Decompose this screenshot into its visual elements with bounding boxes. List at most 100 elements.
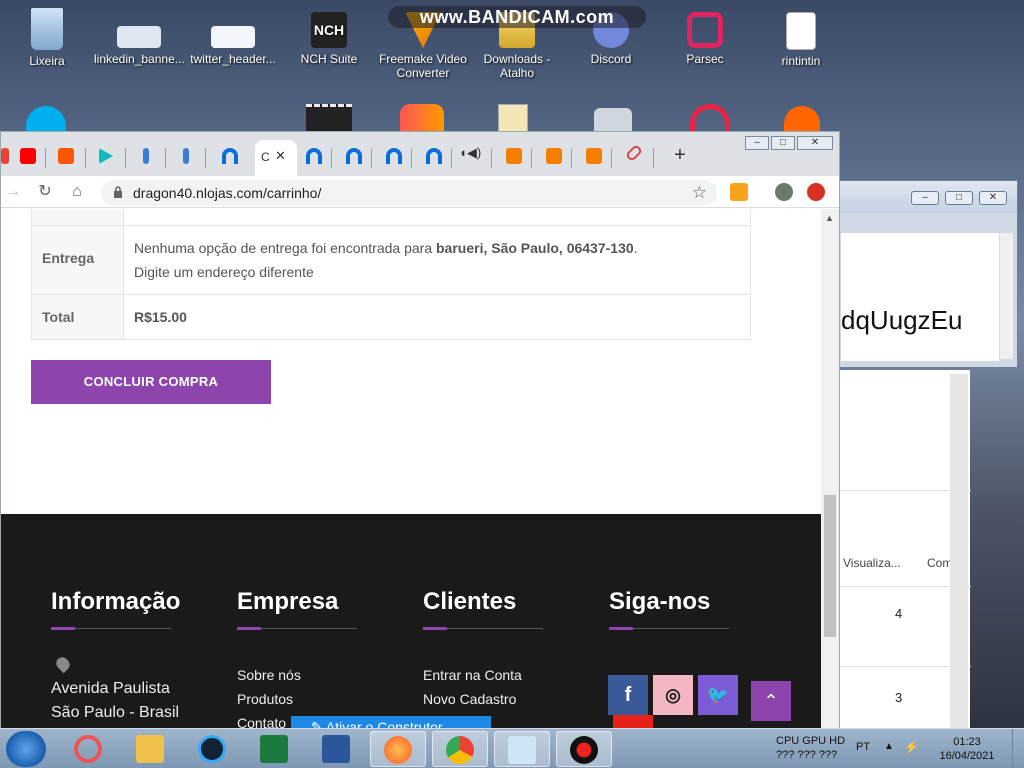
start-button[interactable]	[6, 731, 46, 767]
extension-icon[interactable]	[730, 183, 748, 201]
facebook-icon[interactable]: f	[608, 675, 648, 715]
tab-nlojas[interactable]	[379, 144, 409, 168]
app-icon[interactable]	[784, 106, 820, 132]
page-viewport: Entrega Nenhuma opção de entrega foi enc…	[1, 209, 821, 728]
change-address-link[interactable]: Digite um endereço diferente	[134, 264, 314, 280]
table-cell: 4	[895, 606, 903, 621]
minimize-button[interactable]: –	[911, 191, 939, 205]
forward-icon[interactable]: →	[3, 182, 23, 202]
tab-youtube[interactable]	[13, 144, 43, 168]
show-desktop-button[interactable]	[1012, 729, 1024, 768]
address-bar[interactable]: dragon40.nlojas.com/carrinho/ ☆	[101, 180, 717, 206]
speaker-icon: ◖◀)	[459, 145, 482, 160]
bookmark-star-icon[interactable]: ☆	[692, 183, 707, 203]
footer-heading: Informação	[51, 588, 181, 615]
tab-app[interactable]	[131, 144, 161, 168]
document-icon[interactable]	[498, 104, 528, 132]
reload-icon[interactable]: ↻	[35, 182, 55, 202]
tab-nlojas[interactable]	[339, 144, 369, 168]
tab-play[interactable]	[91, 144, 121, 168]
footer-link-login[interactable]: Entrar na Conta	[423, 663, 543, 687]
tab-nlojas[interactable]	[215, 144, 245, 168]
window-controls: – □ ✕	[743, 132, 833, 150]
heading-underline	[609, 627, 729, 630]
blogger-icon	[506, 148, 522, 164]
app-c-icon	[198, 735, 226, 763]
desktop-icon-parsec[interactable]: Parsec	[660, 12, 750, 66]
desktop-icon-label: linkedin_banne...	[94, 52, 185, 66]
back-to-top-button[interactable]: ⌃	[751, 681, 791, 721]
close-button[interactable]: ✕	[797, 136, 833, 150]
tab-nlojas[interactable]	[419, 144, 449, 168]
tab-soundcloud[interactable]	[51, 144, 81, 168]
taskbar-app-notepad[interactable]	[494, 731, 550, 767]
tab-nlojas[interactable]	[299, 144, 329, 168]
new-tab-button[interactable]: +	[669, 144, 691, 166]
network-icon[interactable]: ⚡	[904, 740, 919, 754]
tab-app[interactable]	[171, 144, 201, 168]
profile-avatar[interactable]	[775, 183, 793, 201]
table-row-total: Total R$15.00	[32, 294, 750, 339]
close-tab-icon[interactable]: ✕	[275, 148, 286, 164]
clock[interactable]: 01:23 16/04/2021	[932, 735, 1002, 763]
taskbar-app-firefox[interactable]	[370, 731, 426, 767]
maximize-button[interactable]: □	[771, 136, 795, 150]
language-indicator[interactable]: PT	[856, 741, 870, 753]
heading-underline	[237, 627, 357, 630]
taskbar-app-word[interactable]	[308, 731, 364, 767]
tab-blogger[interactable]	[499, 144, 529, 168]
tab-audio[interactable]: ◖◀)	[459, 144, 489, 168]
footer-link-about[interactable]: Sobre nós	[237, 663, 357, 687]
tab-link[interactable]	[619, 143, 649, 168]
site-footer: Informação Avenida Paulista São Paulo - …	[1, 514, 821, 728]
system-monitor: CPU GPU HD ??? ??? ???	[776, 735, 845, 761]
window-scrollbar[interactable]	[999, 233, 1013, 359]
page-scrollbar[interactable]: ▲	[821, 209, 839, 728]
desktop-icon-nch-suite[interactable]: NCH NCH Suite	[284, 12, 374, 66]
tab-blogger[interactable]	[579, 144, 609, 168]
close-button[interactable]: ✕	[979, 191, 1007, 205]
taskbar-app-bandicam[interactable]	[556, 731, 612, 767]
taskbar-app-excel[interactable]	[246, 731, 302, 767]
desktop-icon-label: Freemake Video Converter	[379, 52, 467, 80]
maximize-button[interactable]: □	[945, 191, 973, 205]
twitter-icon[interactable]: 🐦	[698, 675, 738, 715]
instagram-icon[interactable]: ◎	[653, 675, 693, 715]
shipping-address: barueri, São Paulo, 06437-130	[436, 240, 634, 256]
show-hidden-icons[interactable]: ▲	[884, 741, 894, 752]
tab-blogger[interactable]	[539, 144, 569, 168]
scroll-up-arrow[interactable]: ▲	[825, 213, 834, 223]
table-scrollbar[interactable]	[950, 374, 968, 728]
link-icon	[183, 148, 189, 164]
recycle-bin-icon	[31, 8, 63, 50]
photo-app-icon[interactable]	[400, 104, 444, 132]
taskbar-app-explorer[interactable]	[122, 731, 178, 767]
youtube-icon[interactable]	[613, 715, 653, 728]
taskbar-app-search[interactable]	[60, 731, 116, 767]
scrollbar-thumb[interactable]	[824, 495, 836, 637]
desktop-icon-recycle-bin[interactable]: Lixeira	[2, 8, 92, 68]
desktop-icon-rintintin[interactable]: rintintin	[756, 12, 846, 68]
parsec-icon	[687, 12, 723, 48]
skype-icon[interactable]	[26, 106, 66, 132]
taskbar-app-c[interactable]	[184, 731, 240, 767]
nlojas-icon	[426, 148, 442, 164]
window-content: dqUugzEu	[841, 233, 999, 361]
footer-heading: Empresa	[237, 588, 339, 615]
background-window[interactable]: – □ ✕ dqUugzEu	[836, 180, 1018, 368]
update-icon[interactable]	[807, 183, 825, 201]
desktop-icon-linkedin-banner[interactable]: linkedin_banne...	[94, 26, 185, 66]
desktop-icon-twitter-header[interactable]: twitter_header...	[188, 26, 278, 66]
minimize-button[interactable]: –	[745, 136, 769, 150]
app-icon[interactable]	[690, 104, 730, 132]
table-header: Visualiza...	[843, 556, 901, 570]
footer-link-products[interactable]: Produtos	[237, 687, 357, 711]
checkout-button[interactable]: CONCLUIR COMPRA	[31, 360, 271, 404]
tab-active[interactable]: C ✕	[255, 140, 297, 176]
activate-builder-button[interactable]: ✎ Ativar o Construtor	[291, 716, 491, 728]
taskbar-app-chrome[interactable]	[432, 731, 488, 767]
movie-icon[interactable]	[306, 104, 352, 132]
home-icon[interactable]: ⌂	[67, 182, 87, 202]
footer-link-register[interactable]: Novo Cadastro	[423, 687, 543, 711]
app-icon[interactable]	[594, 108, 632, 132]
